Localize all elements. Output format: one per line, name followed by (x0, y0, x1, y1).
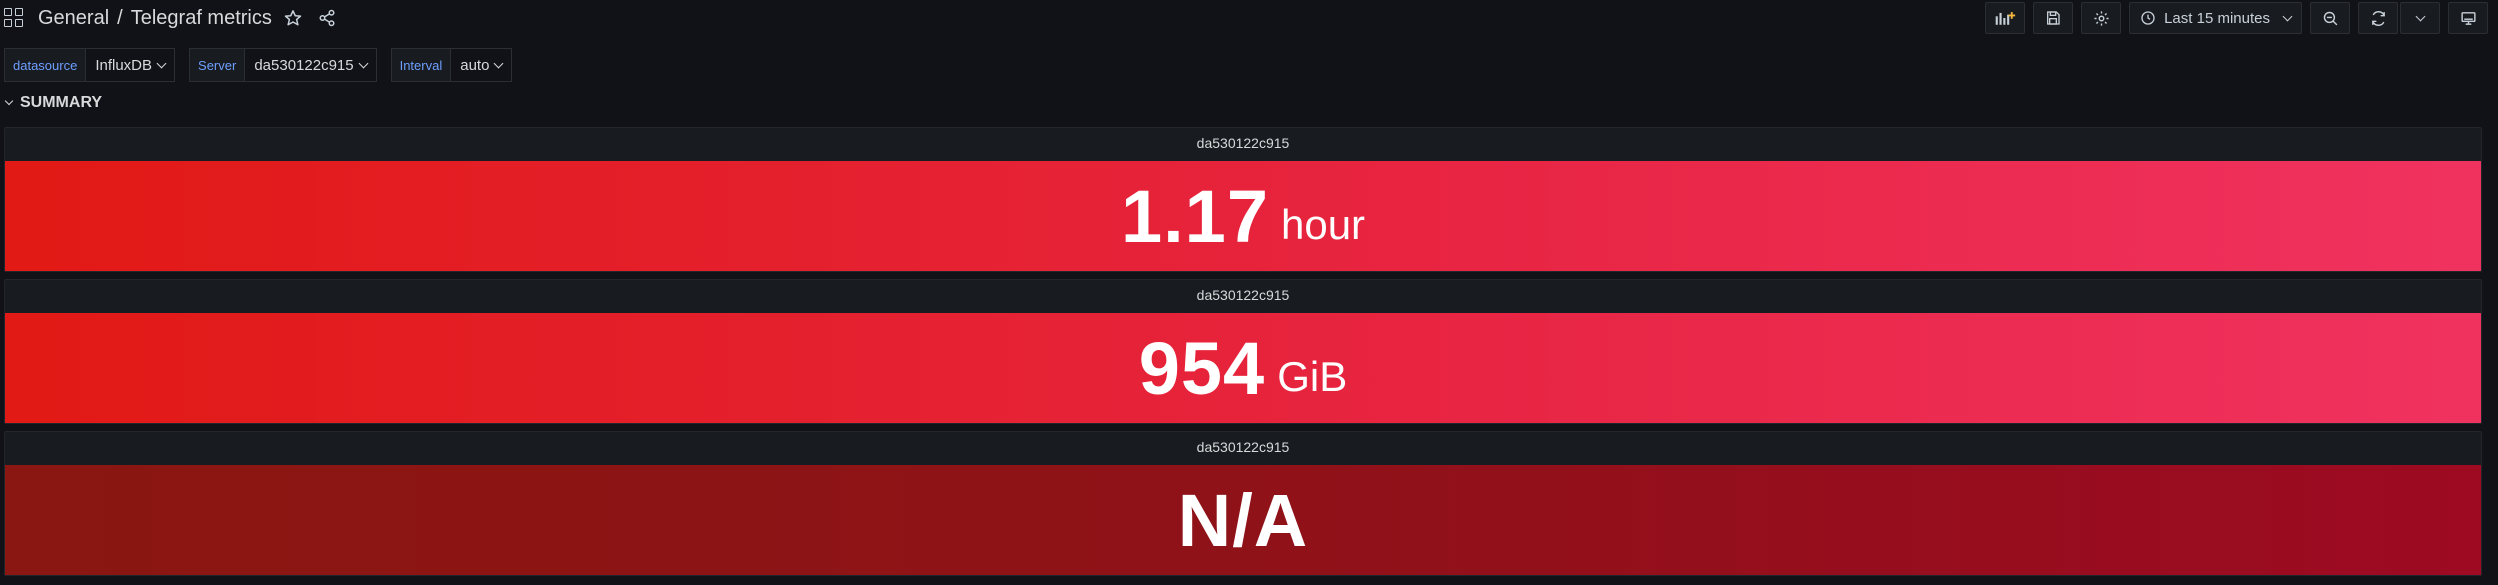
monitor-icon (2460, 11, 2476, 25)
template-variables: datasource InfluxDB Server da530122c915 … (4, 48, 513, 82)
star-icon[interactable] (280, 5, 306, 31)
variable-select[interactable]: da530122c915 (245, 48, 377, 82)
variable-value: auto (460, 56, 490, 74)
dashboard-toolbar: Last 15 minutes (1985, 2, 2488, 34)
refresh-icon (2371, 10, 2385, 26)
stat-value-area: 954 GiB (5, 313, 2481, 423)
variable-server: Server da530122c915 (189, 48, 377, 82)
variable-label: Interval (390, 48, 452, 82)
zoom-out-icon (2323, 11, 2337, 25)
variable-label: Server (189, 48, 246, 82)
stat-unit: hour (1280, 201, 1366, 248)
stat-panel-uptime[interactable]: da530122c915 1.17 hour (4, 127, 2482, 272)
refresh-button[interactable] (2358, 2, 2398, 34)
dashboard-title[interactable]: Telegraf metrics (131, 7, 272, 30)
stat-value: 1.17 (1120, 174, 1269, 258)
clock-icon (2141, 11, 2155, 25)
stat-value-area: 1.17 hour (5, 161, 2481, 271)
refresh-group (2358, 2, 2440, 34)
breadcrumb: General / Telegraf metrics (4, 5, 340, 31)
row-title: SUMMARY (20, 94, 103, 111)
add-panel-button[interactable] (1985, 2, 2026, 34)
stat-value-area: N/A (5, 465, 2481, 575)
variable-value: InfluxDB (95, 56, 153, 74)
variable-select[interactable]: auto (451, 48, 513, 82)
top-navigation-bar: General / Telegraf metrics Last 15 minut… (0, 0, 2498, 36)
breadcrumb-folder[interactable]: General (38, 7, 109, 30)
save-icon (2047, 11, 2060, 25)
chevron-down-icon (358, 58, 369, 68)
row-header-summary[interactable]: SUMMARY (4, 94, 103, 112)
breadcrumb-separator: / (117, 6, 123, 29)
add-panel-icon (1995, 12, 2016, 25)
variable-label: datasource (4, 48, 87, 82)
stat-panel-na[interactable]: da530122c915 N/A (4, 431, 2482, 576)
view-mode-button[interactable] (2448, 2, 2488, 34)
dashboard-settings-button[interactable] (2081, 2, 2122, 34)
panel-title: da530122c915 (1196, 135, 1290, 151)
variable-select[interactable]: InfluxDB (86, 48, 176, 82)
save-dashboard-button[interactable] (2033, 2, 2074, 34)
stat-panel-disk[interactable]: da530122c915 954 GiB (4, 279, 2482, 424)
chevron-down-icon (4, 96, 14, 106)
share-icon[interactable] (314, 5, 340, 31)
time-range-label: Last 15 minutes (2164, 9, 2270, 27)
refresh-interval-dropdown[interactable] (2400, 2, 2440, 34)
stat-value: 954 (1138, 326, 1266, 410)
time-range-picker[interactable]: Last 15 minutes (2129, 2, 2302, 34)
dashboards-grid-icon[interactable] (4, 8, 24, 28)
variable-value: da530122c915 (254, 56, 354, 74)
chevron-down-icon (2282, 11, 2293, 21)
zoom-out-button[interactable] (2310, 2, 2350, 34)
variable-interval: Interval auto (390, 48, 513, 82)
gear-icon (2094, 10, 2109, 26)
chevron-down-icon (2415, 11, 2425, 21)
variable-datasource: datasource InfluxDB (4, 48, 176, 82)
panel-title: da530122c915 (1196, 287, 1290, 303)
chevron-down-icon (493, 58, 504, 68)
chevron-down-icon (156, 58, 167, 68)
stat-unit: GiB (1277, 353, 1348, 400)
stat-value: N/A (1177, 478, 1309, 562)
panel-title: da530122c915 (1196, 439, 1290, 455)
